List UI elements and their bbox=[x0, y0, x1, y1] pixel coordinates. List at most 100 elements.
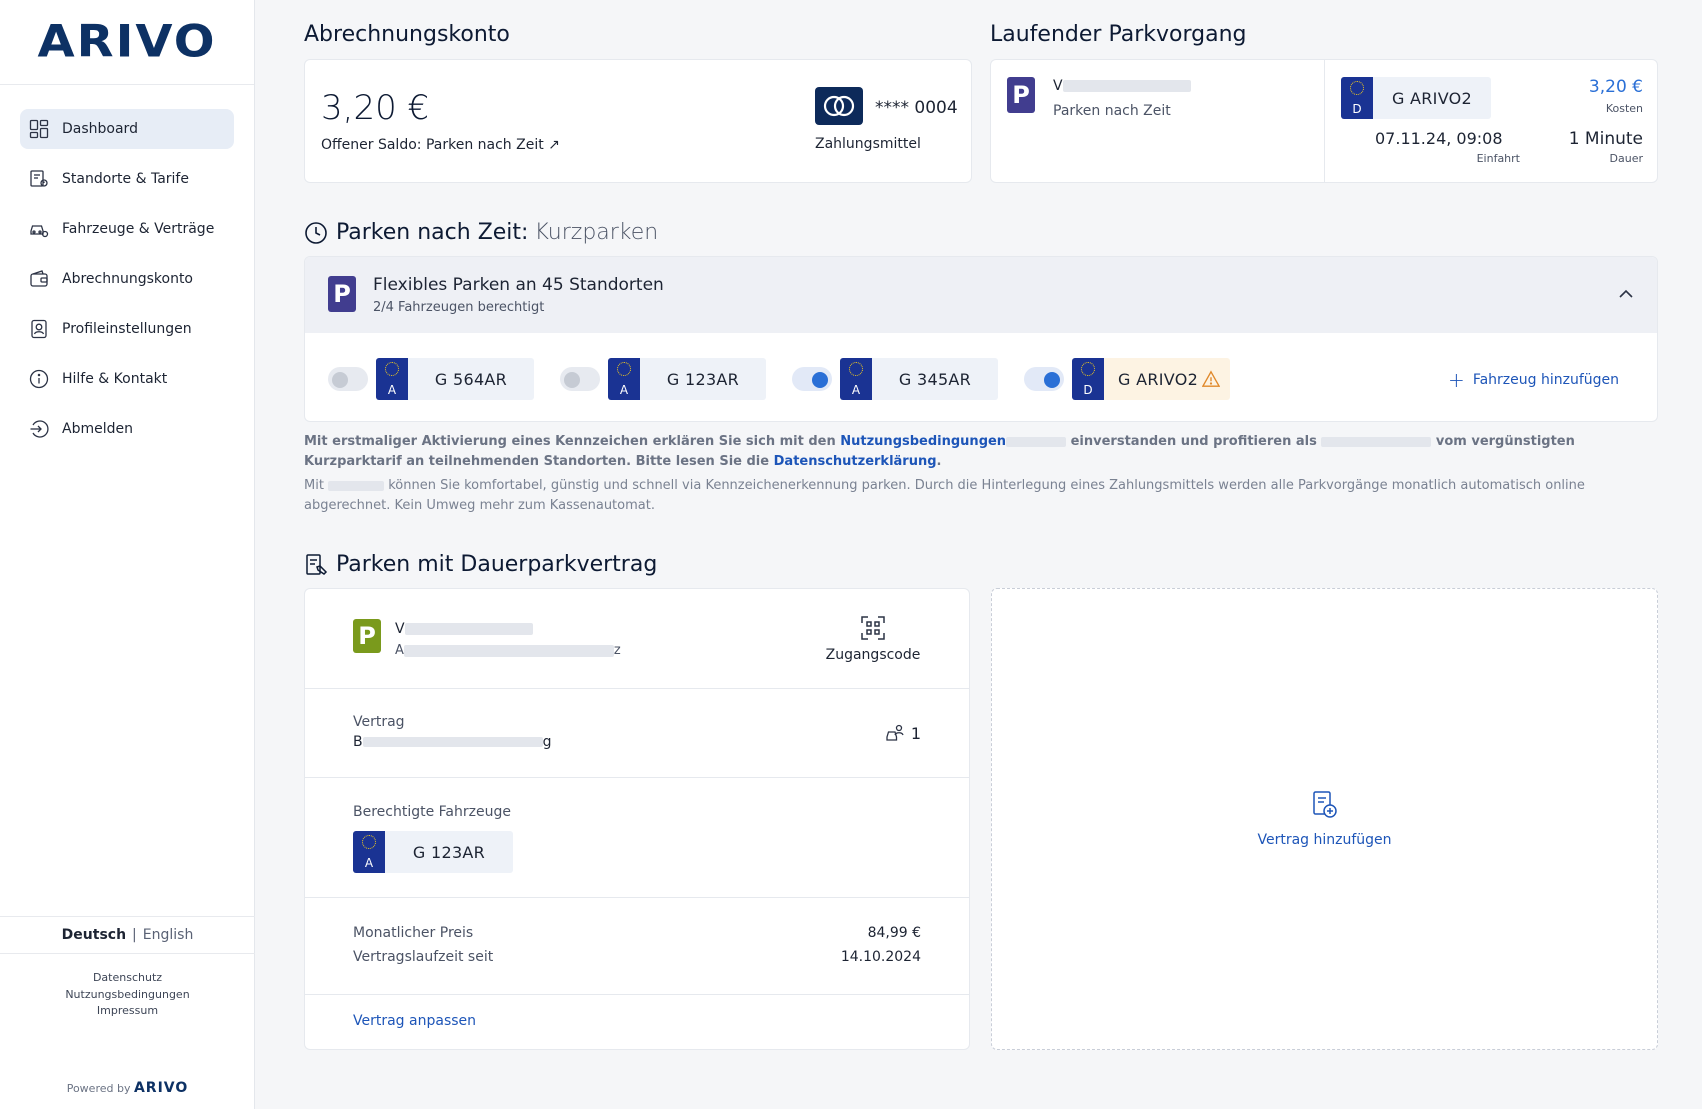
footer-link-imprint[interactable]: Impressum bbox=[0, 1003, 255, 1020]
contract-icon bbox=[304, 553, 328, 577]
vehicle-toggle-row: A G 564AR bbox=[328, 358, 534, 400]
contract-name-tail: g bbox=[542, 734, 552, 750]
language-switcher: Deutsch | English bbox=[0, 916, 255, 954]
license-plate: A G 123AR bbox=[608, 358, 766, 400]
current-parking-heading: Laufender Parkvorgang bbox=[990, 22, 1247, 47]
monthly-price-value: 84,99 € bbox=[867, 925, 921, 941]
activation-notice: Mit erstmaliger Aktivierung eines Kennze… bbox=[304, 434, 1575, 469]
parking-sign-icon: P bbox=[353, 619, 381, 653]
time-parking-heading-light: Kurzparken bbox=[534, 220, 659, 245]
powered-by-text: Powered by bbox=[66, 1082, 131, 1095]
contract-section: Vertrag Bg 1 bbox=[305, 689, 969, 778]
vehicle-toggle-row: A G 345AR bbox=[792, 358, 998, 400]
sidebar-item-billing[interactable]: Abrechnungskonto bbox=[20, 259, 234, 299]
plate-number: G 345AR bbox=[898, 369, 972, 389]
service-description: Mit können Sie komfortabel, günstig und … bbox=[304, 478, 1585, 513]
profile-icon bbox=[28, 318, 50, 340]
logout-icon bbox=[28, 418, 50, 440]
parking-type: Parken nach Zeit bbox=[1053, 103, 1171, 119]
time-parking-card: P Flexibles Parken an 45 Standorten 2/4 … bbox=[304, 256, 1658, 422]
sidebar-item-profile[interactable]: Profileinstellungen bbox=[20, 309, 234, 349]
cost-label: Kosten bbox=[1605, 102, 1643, 115]
sidebar-item-label: Hilfe & Kontakt bbox=[62, 371, 168, 387]
info-icon bbox=[28, 368, 50, 390]
license-plate: D G ARIVO2 bbox=[1072, 358, 1230, 400]
language-english[interactable]: English bbox=[143, 927, 194, 943]
sidebar-item-dashboard[interactable]: Dashboard bbox=[20, 109, 234, 149]
plate-number: G ARIVO2 bbox=[1391, 88, 1473, 108]
language-separator: | bbox=[132, 927, 137, 943]
qr-code-icon bbox=[860, 615, 886, 641]
add-contract-button[interactable]: Vertrag hinzufügen bbox=[991, 588, 1658, 1050]
sidebar-item-label: Standorte & Tarife bbox=[62, 171, 189, 187]
billing-open-balance-link[interactable]: Offener Saldo: Parken nach Zeit ↗ bbox=[321, 137, 560, 153]
add-contract-label: Vertrag hinzufügen bbox=[1257, 832, 1392, 848]
license-plate: A G 123AR bbox=[353, 831, 513, 873]
car-settings-icon bbox=[28, 218, 50, 240]
vehicle-toggle[interactable] bbox=[792, 367, 832, 391]
time-parking-panel-header[interactable]: P Flexibles Parken an 45 Standorten 2/4 … bbox=[305, 257, 1657, 333]
vehicle-toggle-row: A G 123AR bbox=[560, 358, 766, 400]
plate-number: G 123AR bbox=[412, 842, 486, 862]
duration-label: Dauer bbox=[1609, 152, 1643, 165]
redacted-address bbox=[403, 644, 614, 657]
chevron-up-icon[interactable] bbox=[1617, 285, 1635, 303]
parking-sign-icon: P bbox=[1007, 77, 1035, 113]
vehicle-toggle[interactable] bbox=[328, 367, 368, 391]
add-vehicle-button[interactable]: + Fahrzeug hinzufügen bbox=[1448, 368, 1619, 392]
location-name-initial: V bbox=[1053, 78, 1063, 94]
address-initial: A bbox=[395, 643, 404, 658]
license-plate: D G ARIVO2 bbox=[1341, 77, 1491, 119]
payment-method-label[interactable]: Zahlungsmittel bbox=[815, 136, 921, 152]
car-person-icon bbox=[885, 723, 905, 743]
sidebar-nav: Dashboard Standorte & Tarife Fahrzeuge &… bbox=[0, 85, 254, 449]
eu-flag-icon: A bbox=[840, 358, 872, 400]
license-plate: A G 564AR bbox=[376, 358, 534, 400]
plate-number: G 564AR bbox=[434, 369, 508, 389]
sidebar-item-logout[interactable]: Abmelden bbox=[20, 409, 234, 449]
warning-icon[interactable] bbox=[1202, 358, 1230, 400]
authorized-vehicles-section: Berechtigte Fahrzeuge A G 123AR bbox=[305, 778, 969, 898]
add-vehicle-label: Fahrzeug hinzufügen bbox=[1472, 372, 1619, 388]
eu-flag-icon: A bbox=[353, 831, 385, 873]
footer-link-privacy[interactable]: Datenschutz bbox=[0, 970, 255, 987]
terms-link[interactable]: Nutzungsbedingungen bbox=[840, 434, 1006, 449]
monthly-price-label: Monatlicher Preis bbox=[353, 925, 474, 941]
slot-count: 1 bbox=[885, 723, 921, 743]
redacted-location-name bbox=[404, 623, 533, 635]
time-parking-heading-bold: Parken nach Zeit: bbox=[336, 220, 529, 245]
sidebar-item-vehicles[interactable]: Fahrzeuge & Verträge bbox=[20, 209, 234, 249]
footer-link-terms[interactable]: Nutzungsbedingungen bbox=[0, 987, 255, 1004]
arivo-logo[interactable]: ARIVO bbox=[37, 16, 216, 68]
language-current[interactable]: Deutsch bbox=[62, 927, 126, 943]
plate-number: G ARIVO2 bbox=[1118, 369, 1199, 389]
eu-flag-icon: D bbox=[1072, 358, 1104, 400]
privacy-policy-link[interactable]: Datenschutzerklärung bbox=[774, 454, 937, 469]
parking-duration: 1 Minute bbox=[1568, 129, 1643, 149]
vehicle-toggle[interactable] bbox=[560, 367, 600, 391]
billing-card: 3,20 € Offener Saldo: Parken nach Zeit ↗… bbox=[304, 59, 972, 183]
sidebar-item-locations[interactable]: Standorte & Tarife bbox=[20, 159, 234, 199]
dashboard-icon bbox=[28, 118, 50, 140]
eu-flag-icon: A bbox=[608, 358, 640, 400]
entry-label: Einfahrt bbox=[1476, 152, 1520, 165]
permanent-parking-heading: Parken mit Dauerparkvertrag bbox=[304, 552, 657, 577]
permanent-contract-card: P V Az Zugangscode Vertrag Bg 1 Berechti… bbox=[304, 588, 970, 1050]
billing-amount: 3,20 € bbox=[321, 88, 430, 128]
plate-number: G 123AR bbox=[666, 369, 740, 389]
sidebar-item-help[interactable]: Hilfe & Kontakt bbox=[20, 359, 234, 399]
adjust-contract-link[interactable]: Vertrag anpassen bbox=[353, 1013, 476, 1029]
redacted-location-name bbox=[1062, 80, 1191, 92]
time-parking-heading: Parken nach Zeit: Kurzparken bbox=[304, 220, 658, 245]
redacted-contract-name bbox=[362, 737, 543, 747]
vehicle-toggle[interactable] bbox=[1024, 367, 1064, 391]
access-code-button[interactable]: Zugangscode bbox=[823, 615, 923, 663]
current-parking-card[interactable]: P V Parken nach Zeit D G ARIVO2 3,20 € K… bbox=[990, 59, 1658, 183]
parking-cost: 3,20 € bbox=[1588, 77, 1643, 97]
sidebar: ARIVO Dashboard Standorte & Tarife Fahrz… bbox=[0, 0, 255, 1109]
pricing-section: Monatlicher Preis 84,99 € Vertragslaufze… bbox=[305, 898, 969, 995]
access-code-label: Zugangscode bbox=[825, 647, 921, 663]
parking-sign-icon: P bbox=[328, 276, 356, 312]
sidebar-item-label: Dashboard bbox=[62, 121, 138, 137]
contract-term-value: 14.10.2024 bbox=[840, 949, 921, 965]
